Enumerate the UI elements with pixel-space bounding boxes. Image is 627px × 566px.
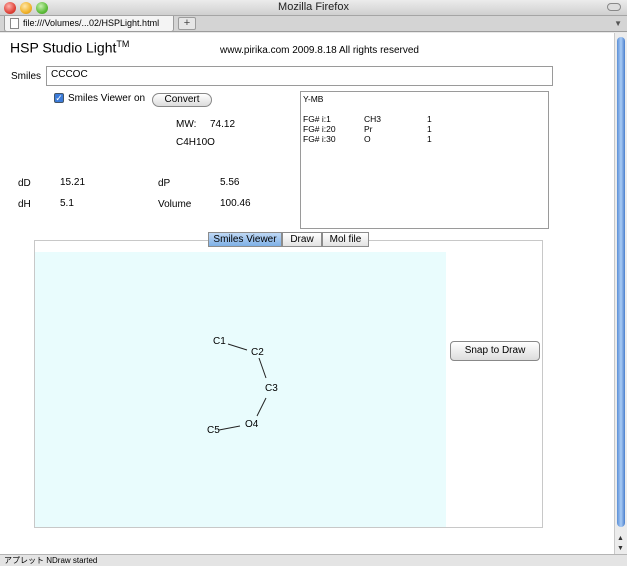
smiles-label: Smiles	[11, 71, 42, 82]
fg-method-text: Y-MB	[303, 94, 324, 104]
scroll-down-icon[interactable]: ▼	[617, 545, 624, 552]
scrollbar-thumb[interactable]	[617, 37, 625, 527]
fg-row-id: FG# i:20	[303, 124, 336, 134]
bond	[218, 425, 241, 431]
molecule-canvas[interactable]: C1 C2 C3 O4 C5	[35, 252, 446, 527]
tab-draw[interactable]: Draw	[282, 232, 322, 247]
smiles-input[interactable]: CCCOC	[46, 66, 553, 86]
browser-tabbar: file:///Volumes/...02/HSPLight.html + ▼	[0, 16, 627, 32]
smiles-viewer-label: Smiles Viewer on	[68, 93, 146, 104]
app-title: HSP Studio LightTM	[10, 39, 129, 56]
dD-value: 15.21	[60, 177, 86, 188]
fg-row-group: O	[364, 134, 371, 144]
volume-label: Volume	[158, 199, 192, 210]
app-title-text: HSP Studio Light	[10, 39, 117, 56]
tab-mol-file[interactable]: Mol file	[322, 232, 369, 247]
fg-row-count: 1	[427, 124, 432, 134]
window-titlebar: Mozilla Firefox	[0, 0, 627, 16]
fg-output-box[interactable]: Y-MB FG# i:1 CH3 1 FG# i:20 Pr 1 FG# i:3…	[300, 91, 549, 229]
page-content: HSP Studio LightTM www.pirika.com 2009.8…	[0, 33, 614, 554]
dP-label: dP	[158, 178, 171, 189]
bond-lines	[218, 343, 267, 431]
mw-label: MW:	[176, 119, 197, 130]
browser-tab[interactable]: file:///Volumes/...02/HSPLight.html	[4, 16, 174, 32]
bond	[256, 397, 267, 417]
vertical-scrollbar[interactable]: ▲ ▼	[614, 33, 627, 554]
atom-label: C3	[265, 383, 278, 394]
new-tab-button[interactable]: +	[178, 17, 196, 30]
atom-label: C2	[251, 347, 264, 358]
toolbar-toggle-icon[interactable]	[607, 3, 621, 11]
window-title: Mozilla Firefox	[278, 1, 349, 13]
atom-label: O4	[245, 419, 259, 430]
bond	[258, 357, 267, 379]
fg-row-group: CH3	[364, 114, 382, 124]
dP-value: 5.56	[220, 177, 240, 188]
dD-label: dD	[18, 178, 31, 189]
status-text: アプレット NDraw started	[4, 556, 98, 565]
browser-tab-title: file:///Volumes/...02/HSPLight.html	[23, 18, 160, 28]
molecular-formula: C4H10O	[176, 137, 215, 148]
volume-value: 100.46	[220, 198, 251, 209]
trademark: TM	[116, 39, 130, 49]
fg-method: Y-MB	[303, 94, 543, 104]
fg-row: FG# i:30 O 1	[303, 134, 543, 144]
fg-row-id: FG# i:30	[303, 134, 336, 144]
fg-row-id: FG# i:1	[303, 114, 331, 124]
atom-label: C1	[213, 336, 226, 347]
credit-line: www.pirika.com 2009.8.18 All rights rese…	[220, 45, 419, 56]
dH-value: 5.1	[60, 198, 74, 209]
tab-smiles-viewer[interactable]: Smiles Viewer	[208, 232, 282, 247]
smiles-viewer-checkbox[interactable]: ✓	[54, 93, 64, 103]
fg-row: FG# i:1 CH3 1	[303, 114, 543, 124]
fg-row-count: 1	[427, 134, 432, 144]
dH-label: dH	[18, 199, 31, 210]
tab-list-icon[interactable]: ▼	[614, 19, 622, 28]
bond	[227, 343, 248, 351]
mw-value: 74.12	[210, 119, 236, 130]
scroll-up-icon[interactable]: ▲	[617, 535, 624, 542]
fg-row-count: 1	[427, 114, 432, 124]
status-bar: アプレット NDraw started	[0, 554, 627, 566]
atom-label: C5	[207, 425, 220, 436]
snap-to-draw-button[interactable]: Snap to Draw	[450, 341, 540, 361]
fg-row-group: Pr	[364, 124, 373, 134]
document-icon	[10, 18, 19, 29]
convert-button[interactable]: Convert	[152, 93, 212, 107]
fg-row: FG# i:20 Pr 1	[303, 124, 543, 134]
